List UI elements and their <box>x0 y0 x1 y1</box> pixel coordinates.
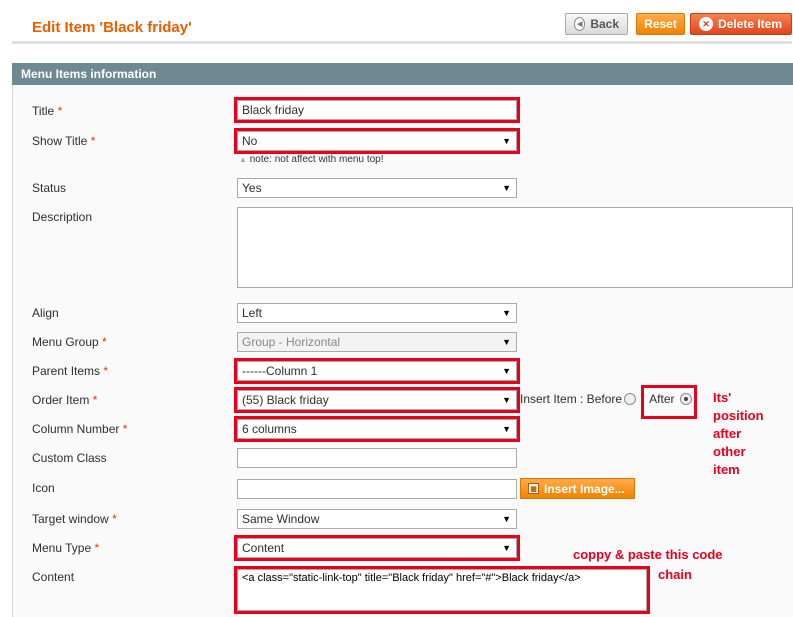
copy-annotation-line1: coppy & paste this code <box>573 547 723 562</box>
reset-button-label: Reset <box>644 17 677 31</box>
insert-item-label: Insert Item : Before <box>520 392 623 406</box>
target-window-label: Target window * <box>32 512 117 526</box>
order-item-select[interactable]: (55) Black friday ▼ <box>237 390 517 410</box>
parent-items-select[interactable]: ------Column 1 ▼ <box>237 361 517 381</box>
insert-image-label: Insert Image... <box>544 481 625 496</box>
copy-annotation-line2: chain <box>658 567 692 582</box>
dropdown-arrow-icon: ▼ <box>502 543 511 553</box>
content-label: Content <box>32 570 75 584</box>
column-number-value: 6 columns <box>242 422 297 436</box>
back-button-label: Back <box>590 17 619 31</box>
status-select[interactable]: Yes ▼ <box>237 178 517 198</box>
menu-type-select[interactable]: Content ▼ <box>237 538 517 558</box>
show-title-label: Show Title * <box>32 134 96 148</box>
dropdown-arrow-icon: ▼ <box>502 424 511 434</box>
insert-position-group: Insert Item : Before | After <box>520 392 692 406</box>
menu-group-select[interactable]: Group - Horizontal ▼ <box>237 332 517 352</box>
menu-group-label: Menu Group * <box>32 335 107 349</box>
icon-label: Icon <box>32 481 55 495</box>
back-arrow-icon: ◀ <box>574 17 586 31</box>
column-number-label: Column Number * <box>32 422 128 436</box>
custom-class-input[interactable] <box>237 448 517 468</box>
description-textarea[interactable] <box>237 207 793 288</box>
show-title-select[interactable]: No ▼ <box>237 131 517 151</box>
icon-input[interactable] <box>237 479 517 499</box>
description-label: Description <box>32 210 93 224</box>
parent-items-label: Parent Items * <box>32 364 109 378</box>
dropdown-arrow-icon: ▼ <box>502 308 511 318</box>
insert-image-button[interactable]: ▦ Insert Image... <box>520 478 635 499</box>
dropdown-arrow-icon: ▼ <box>502 366 511 376</box>
delete-item-button[interactable]: ✕ Delete Item <box>690 13 792 35</box>
status-label: Status <box>32 181 67 195</box>
back-button[interactable]: ◀ Back <box>565 13 628 35</box>
dropdown-arrow-icon: ▼ <box>502 514 511 524</box>
image-icon: ▦ <box>528 483 539 494</box>
header-divider <box>12 41 792 44</box>
custom-class-label: Custom Class <box>32 451 107 465</box>
dropdown-arrow-icon: ▼ <box>502 395 511 405</box>
after-radio[interactable] <box>679 393 692 405</box>
position-annotation: Its' position after other item <box>713 390 764 477</box>
content-textarea[interactable]: <a class="static-link-top" title="Black … <box>237 569 647 611</box>
show-title-value: No <box>242 134 258 148</box>
title-label: Title * <box>32 104 63 118</box>
before-radio[interactable] <box>624 393 637 405</box>
menu-group-value: Group - Horizontal <box>242 335 341 349</box>
align-select[interactable]: Left ▼ <box>237 303 517 323</box>
status-value: Yes <box>242 181 262 195</box>
column-number-select[interactable]: 6 columns ▼ <box>237 419 517 439</box>
dropdown-arrow-icon: ▼ <box>502 136 511 146</box>
parent-items-value: ------Column 1 <box>242 364 318 378</box>
delete-button-label: Delete Item <box>718 17 783 31</box>
dropdown-arrow-icon: ▼ <box>502 337 511 347</box>
after-radio-label: After <box>649 392 675 406</box>
title-input[interactable]: Black friday <box>237 100 517 120</box>
show-title-note: ▲ note: not affect with menu top! <box>239 154 384 165</box>
insert-separator: | <box>641 392 645 406</box>
delete-icon: ✕ <box>699 17 713 31</box>
menu-type-label: Menu Type * <box>32 541 100 555</box>
reset-button[interactable]: Reset <box>636 13 685 35</box>
target-window-select[interactable]: Same Window ▼ <box>237 509 517 529</box>
align-value: Left <box>242 306 263 320</box>
menu-type-value: Content <box>242 541 285 555</box>
target-window-value: Same Window <box>242 512 320 526</box>
note-arrow-icon: ▲ <box>239 155 247 164</box>
dropdown-arrow-icon: ▼ <box>502 183 511 193</box>
page-title: Edit Item 'Black friday' <box>32 19 192 36</box>
order-item-value: (55) Black friday <box>242 393 329 407</box>
section-header: Menu Items information <box>12 63 793 85</box>
align-label: Align <box>32 306 59 320</box>
order-item-label: Order Item * <box>32 393 98 407</box>
